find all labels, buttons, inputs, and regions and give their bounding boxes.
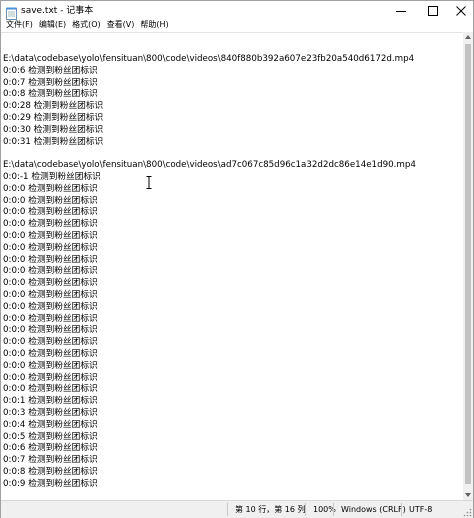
text-line[interactable]: E:\data\codebase\yolo\fensituan\800\code… [3, 160, 416, 172]
minimize-icon [396, 11, 406, 12]
text-editor[interactable]: E:\data\codebase\yolo\fensituan\800\code… [1, 32, 463, 500]
resize-grip-icon[interactable] [463, 508, 472, 517]
scroll-down-button[interactable] [463, 490, 473, 500]
maximize-icon [428, 6, 438, 16]
text-line[interactable]: 0:0:0 检测到粉丝团标识 [3, 361, 416, 373]
text-line[interactable]: 0:0:30 检测到粉丝团标识 [3, 125, 416, 137]
text-line[interactable]: 0:0:28 检测到粉丝团标识 [3, 101, 416, 113]
text-line[interactable]: 0:0:29 检测到粉丝团标识 [3, 113, 416, 125]
text-line[interactable]: 0:0:4 检测到粉丝团标识 [3, 420, 416, 432]
text-line[interactable]: 0:0:0 检测到粉丝团标识 [3, 290, 416, 302]
ibeam-cursor-icon [146, 176, 152, 189]
text-line[interactable]: 0:0:5 检测到粉丝团标识 [3, 432, 416, 444]
text-line[interactable]: 0:0:0 检测到粉丝团标识 [3, 255, 416, 267]
text-line[interactable]: 0:0:7 检测到粉丝团标识 [3, 455, 416, 467]
text-line[interactable]: 0:0:0 检测到粉丝团标识 [3, 196, 416, 208]
text-line[interactable]: 0:0:0 检测到粉丝团标识 [3, 266, 416, 278]
text-line[interactable]: 0:0:0 检测到粉丝团标识 [3, 325, 416, 337]
chevron-up-icon [465, 35, 471, 39]
text-line[interactable]: 0:0:6 检测到粉丝团标识 [3, 443, 416, 455]
text-line[interactable]: 0:0:3 检测到粉丝团标识 [3, 408, 416, 420]
text-line[interactable]: 0:0:8 检测到粉丝团标识 [3, 89, 416, 101]
status-separator [305, 503, 306, 516]
window-title: save.txt - 记事本 [21, 6, 94, 16]
text-line[interactable] [3, 148, 416, 160]
text-line[interactable]: 0:0:6 检测到粉丝团标识 [3, 66, 416, 78]
text-line[interactable]: 0:0:0 检测到粉丝团标识 [3, 184, 416, 196]
text-line[interactable]: 0:0:9 检测到粉丝团标识 [3, 479, 416, 491]
status-separator [333, 503, 334, 516]
notepad-window: save.txt - 记事本 文件(F) 编辑(E) 格式(O) 查看(V) 帮… [0, 0, 474, 518]
text-line[interactable]: 0:0:0 检测到粉丝团标识 [3, 314, 416, 326]
scrollbar-thumb[interactable] [465, 44, 471, 484]
chevron-down-icon [465, 493, 471, 497]
text-line[interactable]: 0:0:0 检测到粉丝团标识 [3, 384, 416, 396]
text-line[interactable]: 0:0:0 检测到粉丝团标识 [3, 219, 416, 231]
text-line[interactable]: 0:0:0 检测到粉丝团标识 [3, 278, 416, 290]
menu-file[interactable]: 文件(F) [3, 19, 36, 31]
editor-content[interactable]: E:\data\codebase\yolo\fensituan\800\code… [3, 54, 416, 490]
text-line[interactable]: 0:0:31 检测到粉丝团标识 [3, 137, 416, 149]
menu-edit[interactable]: 编辑(E) [36, 19, 69, 31]
text-line[interactable]: 0:0:-1 检测到粉丝团标识 [3, 172, 416, 184]
text-line[interactable]: 0:0:0 检测到粉丝团标识 [3, 231, 416, 243]
text-line[interactable]: E:\data\codebase\yolo\fensituan\800\code… [3, 54, 416, 66]
zoom-level: 100% [313, 505, 336, 514]
text-line[interactable]: 0:0:0 检测到粉丝团标识 [3, 337, 416, 349]
status-bar: 第 10 行，第 16 列 100% Windows (CRLF) UTF-8 [1, 500, 473, 518]
close-icon [456, 6, 466, 16]
text-line[interactable]: 0:0:0 检测到粉丝团标识 [3, 373, 416, 385]
menu-help[interactable]: 帮助(H) [137, 19, 171, 31]
text-line[interactable]: 0:0:0 检测到粉丝团标识 [3, 349, 416, 361]
text-line[interactable]: 0:0:7 检测到粉丝团标识 [3, 78, 416, 90]
menu-view[interactable]: 查看(V) [104, 19, 138, 31]
text-line[interactable]: 0:0:8 检测到粉丝团标识 [3, 467, 416, 479]
text-line[interactable]: 0:0:1 检测到粉丝团标识 [3, 396, 416, 408]
menu-format[interactable]: 格式(O) [69, 19, 104, 31]
text-line[interactable]: 0:0:0 检测到粉丝团标识 [3, 207, 416, 219]
scroll-up-button[interactable] [463, 32, 473, 42]
text-line[interactable]: 0:0:0 检测到粉丝团标识 [3, 243, 416, 255]
line-ending: Windows (CRLF) [341, 505, 406, 514]
encoding: UTF-8 [409, 505, 433, 514]
vertical-scrollbar[interactable] [463, 32, 473, 500]
cursor-position: 第 10 行，第 16 列 [235, 505, 306, 514]
status-separator [227, 503, 228, 516]
status-separator [401, 503, 402, 516]
menu-bar: 文件(F) 编辑(E) 格式(O) 查看(V) 帮助(H) [1, 18, 473, 32]
notepad-icon[interactable] [6, 5, 17, 20]
text-line[interactable]: 0:0:0 检测到粉丝团标识 [3, 302, 416, 314]
